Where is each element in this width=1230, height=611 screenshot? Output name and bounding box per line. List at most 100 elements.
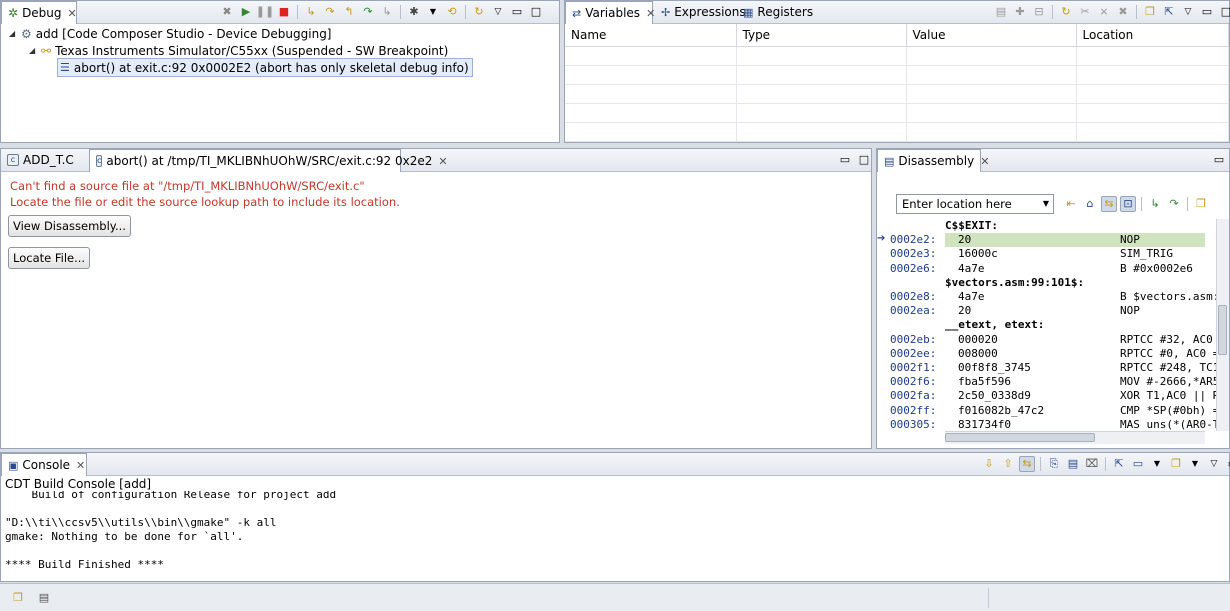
- location-combo[interactable]: Enter location here ▼: [896, 194, 1054, 214]
- copy-icon[interactable]: ⎘: [1046, 456, 1062, 472]
- location-input[interactable]: Enter location here: [902, 197, 1012, 211]
- new-window-icon[interactable]: ❐: [1142, 4, 1158, 20]
- show-source-icon[interactable]: ⊡: [1120, 196, 1136, 212]
- disassembly-row[interactable]: 0002f6: fba5f596 MOV #-2666,*AR5-: [877, 375, 1217, 389]
- chevron-down-icon[interactable]: ▼: [1149, 456, 1165, 472]
- tab-disassembly[interactable]: ▤ Disassembly ✕: [877, 149, 989, 172]
- tab-expressions[interactable]: ✢ Expressions: [655, 1, 746, 23]
- disassembly-row[interactable]: 0002ff: f016082b_47c2 CMP *SP(#0bh) ==: [877, 404, 1217, 418]
- tab-editor-exit-c[interactable]: c abort() at /tmp/TI_MKLIBNhUOhW/SRC/exi…: [89, 149, 448, 172]
- reset-icon[interactable]: ⟲: [444, 4, 460, 20]
- minimize-icon[interactable]: ▭: [837, 152, 853, 168]
- fast-view-icon[interactable]: ❐: [10, 590, 26, 606]
- collapse-all-icon[interactable]: ⊟: [1031, 4, 1047, 20]
- disassembly-row-current[interactable]: 0002e2: 20 NOP: [877, 233, 1217, 248]
- new-window-icon[interactable]: ❐: [1193, 196, 1209, 212]
- refresh-icon[interactable]: ↻: [1058, 4, 1074, 20]
- view-menu-icon[interactable]: ▽: [1206, 456, 1222, 472]
- tab-registers[interactable]: ▦ Registers: [737, 1, 813, 23]
- disassembly-row[interactable]: 0002fa: 2c50_0338d9 XOR T1,AC0 || R5: [877, 389, 1217, 403]
- chevron-down-icon[interactable]: ▼: [425, 4, 441, 20]
- asm-step-into-icon[interactable]: ↳: [379, 4, 395, 20]
- disassembly-vertical-scrollbar[interactable]: [1216, 219, 1229, 431]
- scrollbar-thumb[interactable]: [945, 433, 1095, 442]
- disassembly-label-row[interactable]: __etext, etext:: [877, 318, 1217, 332]
- asm-step-over-icon[interactable]: ↷: [1166, 196, 1182, 212]
- disassembly-row[interactable]: 0002f1: 00f8f8_3745 RPTCC #248, TC1: [877, 361, 1217, 375]
- home-icon[interactable]: ⌂: [1082, 196, 1098, 212]
- maximize-icon[interactable]: □: [856, 152, 872, 168]
- terminate-icon[interactable]: ■: [276, 4, 292, 20]
- column-header-type[interactable]: Type: [736, 24, 907, 47]
- disassembly-label-row[interactable]: C$$EXIT:: [877, 219, 1217, 233]
- disassembly-row[interactable]: 0002ee: 008000 RPTCC #0, AC0 ==: [877, 347, 1217, 361]
- disassembly-horizontal-scrollbar[interactable]: [945, 431, 1205, 444]
- asm-step-over-icon[interactable]: ↷: [360, 4, 376, 20]
- remove-selected-icon[interactable]: ✖: [1115, 4, 1131, 20]
- disassembly-label-row[interactable]: $vectors.asm:99:101$:: [877, 276, 1217, 290]
- restart-icon[interactable]: ↻: [471, 4, 487, 20]
- console-output[interactable]: Build of configuration Release for proje…: [1, 491, 1229, 581]
- tab-console[interactable]: ▣ Console ✕: [1, 453, 87, 476]
- remove-all-icon[interactable]: ⨯: [1096, 4, 1112, 20]
- scrollbar-thumb[interactable]: [1218, 305, 1227, 355]
- minimize-icon[interactable]: ▭: [1199, 4, 1215, 20]
- maximize-icon[interactable]: □: [528, 4, 544, 20]
- disassembly-row[interactable]: 0002e8: 4a7e B $vectors.asm:9: [877, 290, 1217, 304]
- minimize-icon[interactable]: ▭: [1211, 152, 1227, 168]
- pin-console-icon[interactable]: ⇱: [1111, 456, 1127, 472]
- resume-icon[interactable]: ▶: [238, 4, 254, 20]
- locate-file-button[interactable]: Locate File...: [8, 247, 91, 269]
- chevron-down-icon[interactable]: ▼: [1043, 195, 1049, 213]
- step-return-icon[interactable]: ↰: [341, 4, 357, 20]
- close-icon[interactable]: ✕: [76, 459, 85, 472]
- column-header-name[interactable]: Name: [565, 24, 737, 47]
- close-icon[interactable]: ✕: [646, 7, 655, 20]
- step-over-icon[interactable]: ↷: [322, 4, 338, 20]
- link-with-pc-icon[interactable]: ⇆: [1101, 196, 1117, 212]
- expanded-icon[interactable]: ◢: [9, 29, 17, 38]
- clear-console-icon[interactable]: ⌧: [1084, 456, 1100, 472]
- tree-item-stack-frame[interactable]: ☰ abort() at exit.c:92 0x0002E2 (abort h…: [57, 58, 473, 77]
- display-console-icon[interactable]: ▭: [1130, 456, 1146, 472]
- open-console-icon[interactable]: ❐: [1168, 456, 1184, 472]
- disassembly-row[interactable]: 0002eb: 000020 RPTCC #32, AC0 <: [877, 333, 1217, 347]
- remove-terminated-icon[interactable]: ✖: [219, 4, 235, 20]
- close-icon[interactable]: ✕: [438, 155, 447, 168]
- go-to-pc-icon[interactable]: ⇤: [1063, 196, 1079, 212]
- minimize-icon[interactable]: ▭: [509, 4, 525, 20]
- close-icon[interactable]: ✕: [980, 155, 989, 168]
- suspend-icon[interactable]: ❚❚: [256, 4, 274, 20]
- view-menu-icon[interactable]: ▽: [490, 4, 506, 20]
- target-icon[interactable]: ✱: [406, 4, 422, 20]
- word-wrap-icon[interactable]: ▤: [1065, 456, 1081, 472]
- add-global-icon[interactable]: ✚: [1012, 4, 1028, 20]
- view-menu-icon[interactable]: ▽: [1180, 4, 1196, 20]
- column-header-location[interactable]: Location: [1076, 24, 1229, 47]
- remove-icon[interactable]: ✂: [1077, 4, 1093, 20]
- tree-item-target[interactable]: ◢ ⚯ Texas Instruments Simulator/C55xx (S…: [29, 42, 448, 59]
- maximize-icon[interactable]: □: [1218, 4, 1230, 20]
- tree-item-session[interactable]: ◢ ⚙ add [Code Composer Studio - Device D…: [9, 25, 332, 42]
- expanded-icon[interactable]: ◢: [29, 46, 37, 55]
- scroll-lock-icon[interactable]: ⇆: [1019, 456, 1035, 472]
- close-icon[interactable]: ✕: [68, 7, 77, 20]
- scroll-up-icon[interactable]: ⇧: [1000, 456, 1016, 472]
- task-icon[interactable]: ▤: [36, 590, 52, 606]
- show-type-icon[interactable]: ▤: [993, 4, 1009, 20]
- tab-variables[interactable]: ⇄ Variables ✕: [565, 1, 655, 24]
- disassembly-row[interactable]: 0002e6: 4a7e B #0x0002e6: [877, 262, 1217, 276]
- disassembly-row[interactable]: 0002ea: 20 NOP: [877, 304, 1217, 318]
- minimize-icon[interactable]: ▭: [1225, 456, 1230, 472]
- tab-editor-add-t-c[interactable]: c ADD_T.C: [1, 149, 87, 171]
- asm-step-into-icon[interactable]: ↳: [1147, 196, 1163, 212]
- column-header-value[interactable]: Value: [906, 24, 1077, 47]
- step-into-icon[interactable]: ↳: [303, 4, 319, 20]
- tab-debug[interactable]: ✲ Debug ✕: [1, 1, 77, 24]
- scroll-down-icon[interactable]: ⇩: [981, 456, 997, 472]
- disassembly-row[interactable]: 0002e3: 16000c SIM_TRIG: [877, 247, 1217, 261]
- pin-icon[interactable]: ⇱: [1161, 4, 1177, 20]
- view-disassembly-button[interactable]: View Disassembly...: [8, 215, 131, 237]
- chevron-down-icon[interactable]: ▼: [1187, 456, 1203, 472]
- disassembly-row[interactable]: 000305: 831734f0 MAS uns(*(AR0-T0: [877, 418, 1217, 431]
